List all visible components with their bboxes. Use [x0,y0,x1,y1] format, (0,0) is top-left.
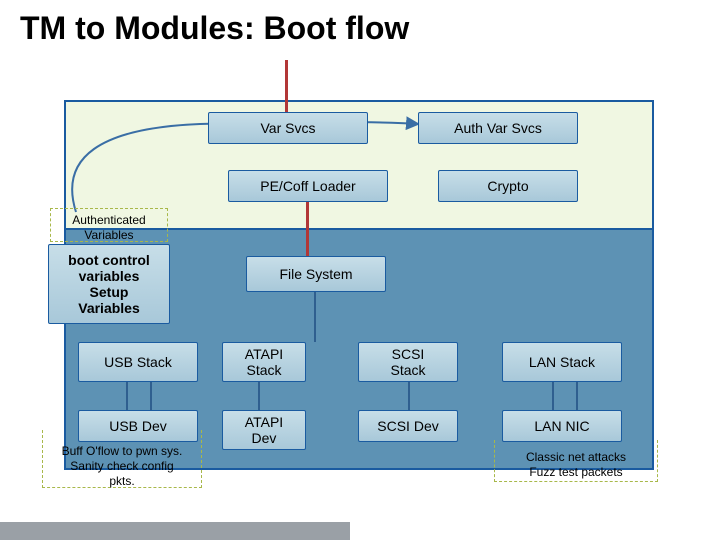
module-var-svcs: Var Svcs [208,112,368,144]
footer-bar [0,522,350,540]
module-lan-nic: LAN NIC [502,410,622,442]
connector-atapi [258,382,260,410]
connector-lan [552,382,554,410]
module-pe-coff-loader: PE/Coff Loader [228,170,388,202]
connector-lan-2 [576,382,578,410]
module-atapi-stack: ATAPI Stack [222,342,306,382]
module-lan-stack: LAN Stack [502,342,622,382]
annotation-usb-note: Buff O'flow to pwn sys. Sanity check con… [42,430,202,488]
module-scsi-stack: SCSI Stack [358,342,458,382]
page-title: TM to Modules: Boot flow [20,10,409,47]
annotation-authenticated-variables: Authenticated Variables [50,208,168,242]
module-crypto: Crypto [438,170,578,202]
module-usb-stack: USB Stack [78,342,198,382]
connector-title-to-var [285,60,288,114]
connector-usb-2 [150,382,152,410]
module-scsi-dev: SCSI Dev [358,410,458,442]
module-file-system: File System [246,256,386,292]
connector-scsi [408,382,410,410]
connector-usb [126,382,128,410]
module-atapi-dev: ATAPI Dev [222,410,306,450]
annotation-lan-note: Classic net attacks Fuzz test packets [494,440,658,482]
connector-pe-to-fs [306,200,309,256]
connector-fs-stacks [314,292,316,342]
module-boot-control: boot control variables Setup Variables [48,244,170,324]
module-auth-var-svcs: Auth Var Svcs [418,112,578,144]
